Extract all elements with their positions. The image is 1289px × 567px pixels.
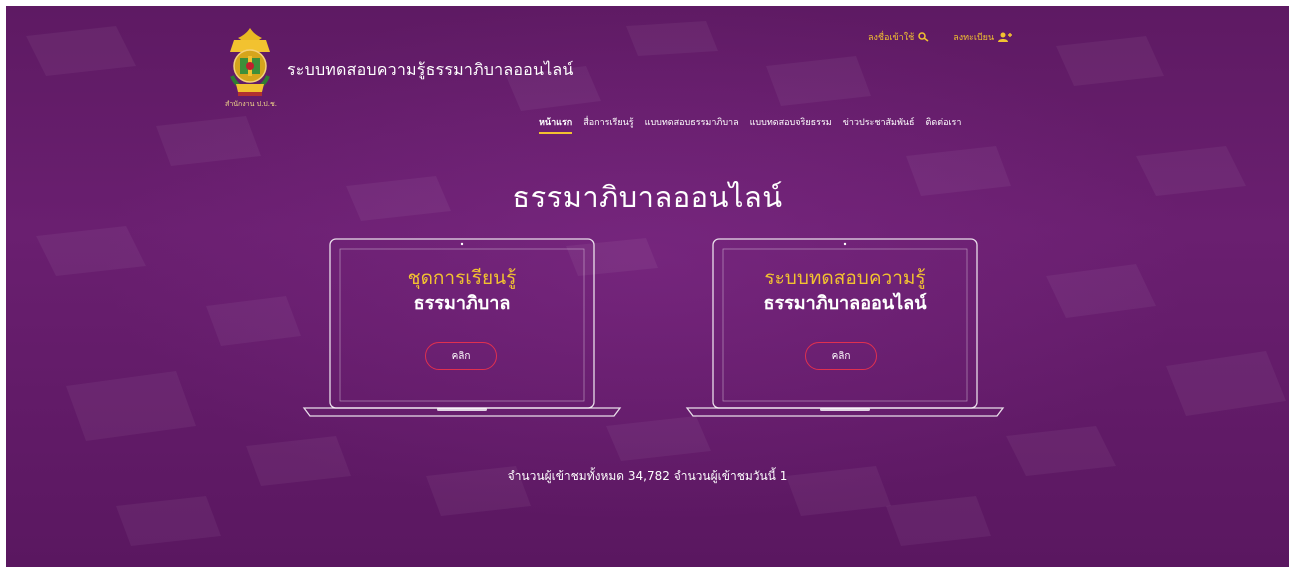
nav-item-learning-media[interactable]: สื่อการเรียนรู้ bbox=[583, 115, 633, 134]
login-label: ลงชื่อเข้าใช้ bbox=[868, 33, 915, 43]
page: สำนักงาน ป.ป.ช. ระบบทดสอบความรู้ธรรมาภิบ… bbox=[6, 6, 1289, 567]
card-subtitle-test: ธรรมาภิบาลออนไลน์ bbox=[763, 293, 927, 314]
nacc-logo bbox=[230, 28, 270, 96]
hero-title: ธรรมาภิบาลออนไลน์ bbox=[512, 180, 783, 214]
learning-card: ชุดการเรียนรู้ ธรรมาภิบาล คลิก bbox=[302, 238, 622, 420]
visitor-counter: จำนวนผู้เข้าชมทั้งหมด 34,782 จำนวนผู้เข้… bbox=[507, 469, 788, 483]
search-key-icon bbox=[918, 32, 929, 42]
login-link[interactable]: ลงชื่อเข้าใช้ bbox=[868, 30, 929, 44]
site-title[interactable]: ระบบทดสอบความรู้ธรรมาภิบาลออนไลน์ bbox=[287, 58, 574, 83]
nav-item-governance-test[interactable]: แบบทดสอบธรรมาภิบาล bbox=[645, 115, 739, 134]
register-label: ลงทะเบียน bbox=[953, 33, 995, 43]
nav-item-news[interactable]: ข่าวประชาสัมพันธ์ bbox=[843, 115, 915, 134]
user-add-icon bbox=[998, 32, 1013, 42]
top-links: ลงชื่อเข้าใช้ ลงทะเบียน bbox=[868, 30, 1013, 44]
main-nav: หน้าแรก สื่อการเรียนรู้ แบบทดสอบธรรมาภิบ… bbox=[539, 115, 961, 134]
nav-item-contact[interactable]: ติดต่อเรา bbox=[926, 115, 962, 134]
nav-item-ethics-test[interactable]: แบบทดสอบจริยธรรม bbox=[750, 115, 832, 134]
card-subtitle-learning: ธรรมาภิบาล bbox=[413, 293, 511, 314]
learning-click-button[interactable]: คลิก bbox=[425, 342, 497, 370]
test-click-button[interactable]: คลิก bbox=[805, 342, 877, 370]
logo-caption: สำนักงาน ป.ป.ช. bbox=[225, 100, 277, 108]
register-link[interactable]: ลงทะเบียน bbox=[953, 30, 1013, 44]
nav-item-home[interactable]: หน้าแรก bbox=[539, 115, 573, 134]
test-card: ระบบทดสอบความรู้ ธรรมาภิบาลออนไลน์ คลิก bbox=[685, 238, 1005, 420]
